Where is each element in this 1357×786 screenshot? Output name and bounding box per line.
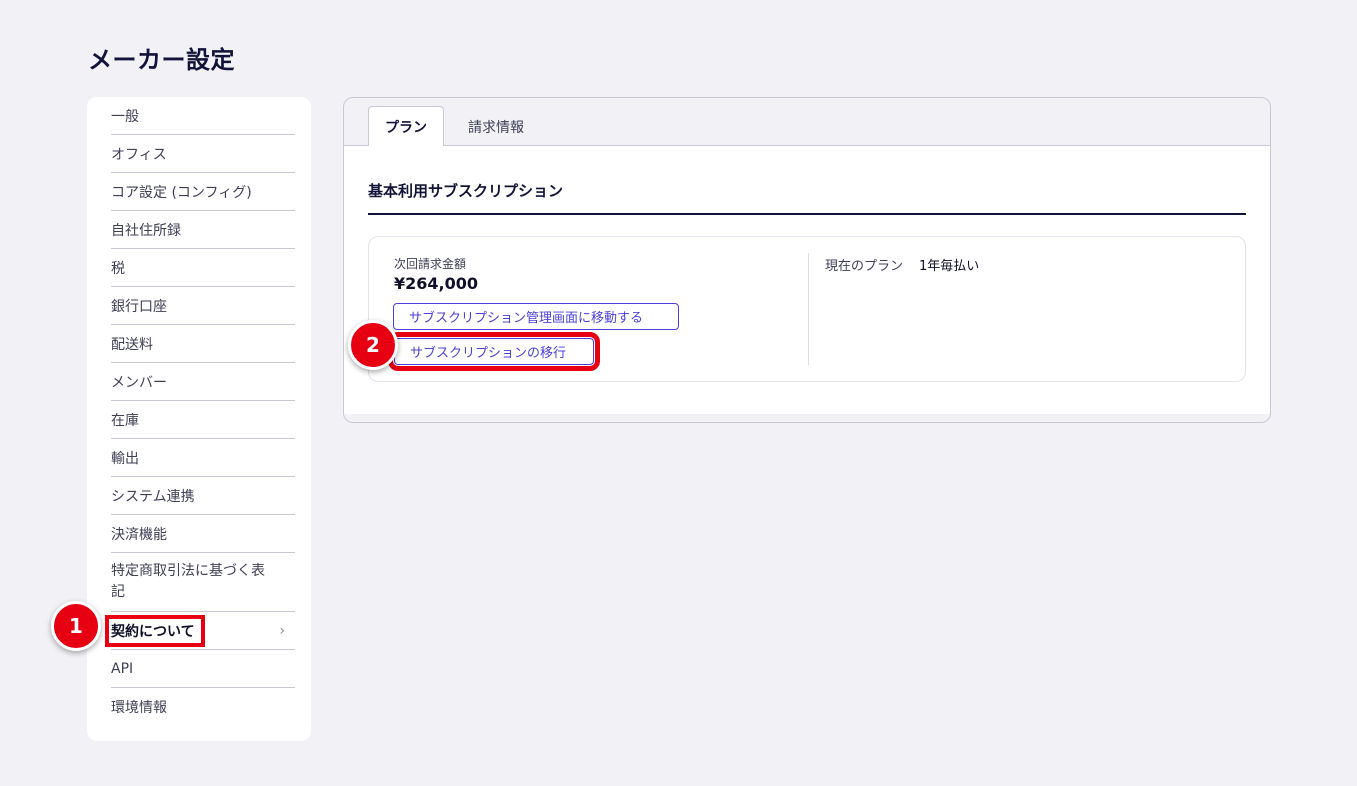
sidebar-item-label: 銀行口座 [111,298,167,315]
sidebar-item-core-config[interactable]: コア設定 (コンフィグ) [111,173,295,211]
sidebar-item-office[interactable]: オフィス [111,135,295,173]
sidebar-item-label: 特定商取引法に基づく表記 [111,563,265,600]
sidebar-item-label: 配送料 [111,336,153,353]
sidebar-item-label: 自社住所録 [111,222,181,239]
tab-bar: プラン 請求情報 [344,98,1270,147]
manage-subscription-button[interactable]: サブスクリプション管理画面に移動する [393,303,679,330]
sidebar-item-label: コア設定 (コンフィグ) [111,184,252,201]
sidebar-item-label: 一般 [111,108,139,125]
sidebar-item-label: 決済機能 [111,526,167,543]
sidebar-item-label: 税 [111,260,125,277]
sidebar-item-contract[interactable]: 契約について › [105,612,295,650]
current-plan: 現在のプラン 1年毎払い [825,255,979,274]
current-plan-value: 1年毎払い [919,259,980,274]
step-badge-2: 2 [348,320,398,370]
column-divider [808,253,809,365]
sidebar-item-label: 在庫 [111,412,139,429]
billing-column: 次回請求金額 ¥264,000 サブスクリプション管理画面に移動する サブスクリ… [369,237,808,381]
settings-sidebar: 一般 オフィス コア設定 (コンフィグ) 自社住所録 税 銀行口座 配送料 メン… [87,97,311,741]
sidebar-item-label: 契約について [105,614,205,647]
step-badge-1: 1 [51,601,101,651]
sidebar-item-shipping-fee[interactable]: 配送料 [111,325,295,363]
sidebar-item-label: メンバー [111,374,167,391]
sidebar-item-label: 輸出 [111,450,139,467]
sidebar-item-label: システム連携 [111,488,195,505]
migrate-subscription-button[interactable]: サブスクリプションの移行 [388,332,600,371]
next-billing-amount: ¥264,000 [394,274,479,293]
next-billing-label: 次回請求金額 [394,257,467,271]
sidebar-item-api[interactable]: API [111,650,295,688]
sidebar-item-system-integration[interactable]: システム連携 [111,477,295,515]
sidebar-item-label: API [111,660,134,677]
sidebar-item-environment[interactable]: 環境情報 [111,688,295,726]
page-title: メーカー設定 [88,46,235,74]
current-plan-label: 現在のプラン [825,259,904,274]
sidebar-item-label: 環境情報 [111,700,167,716]
sidebar-item-label: オフィス [111,146,167,163]
sidebar-item-export[interactable]: 輸出 [111,439,295,477]
contract-panel: プラン 請求情報 基本利用サブスクリプション 次回請求金額 ¥264,000 サ… [343,97,1271,423]
tab-plan[interactable]: プラン [368,106,444,147]
subscription-card: 次回請求金額 ¥264,000 サブスクリプション管理画面に移動する サブスクリ… [368,236,1246,382]
tab-content: 基本利用サブスクリプション 次回請求金額 ¥264,000 サブスクリプション管… [344,146,1270,414]
section-title: 基本利用サブスクリプション [368,180,1246,215]
sidebar-item-general[interactable]: 一般 [111,97,295,135]
sidebar-item-tax[interactable]: 税 [111,249,295,287]
sidebar-item-inventory[interactable]: 在庫 [111,401,295,439]
chevron-right-icon: › [279,622,285,639]
sidebar-item-commercial-law[interactable]: 特定商取引法に基づく表記 [111,553,295,612]
sidebar-item-bank-account[interactable]: 銀行口座 [111,287,295,325]
sidebar-item-members[interactable]: メンバー [111,363,295,401]
sidebar-item-address-book[interactable]: 自社住所録 [111,211,295,249]
tab-billing-info[interactable]: 請求情報 [456,106,536,147]
sidebar-item-payment[interactable]: 決済機能 [111,515,295,553]
